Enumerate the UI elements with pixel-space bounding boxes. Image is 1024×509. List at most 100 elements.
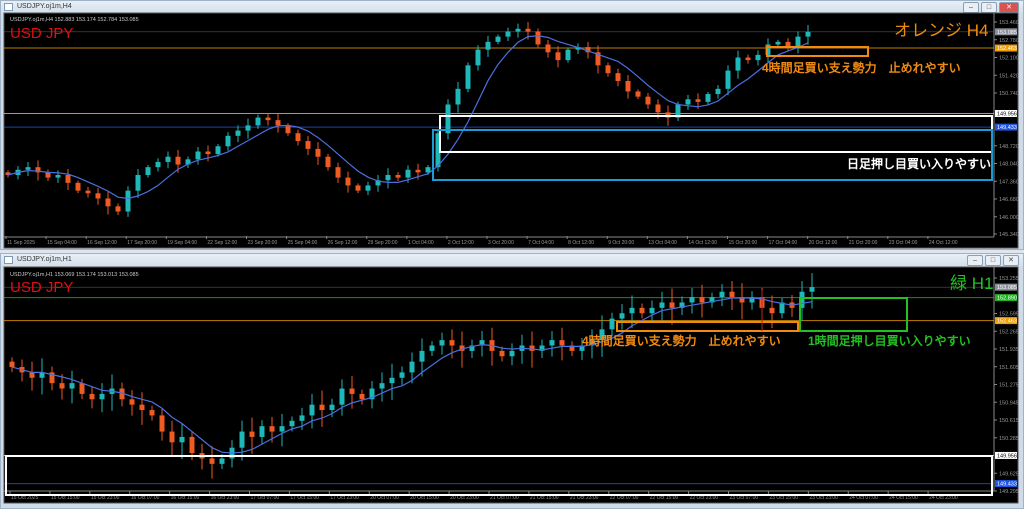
y-tick-label: 150.615 bbox=[999, 418, 1019, 424]
h1-chart-area[interactable] bbox=[3, 266, 1019, 504]
x-tick-label: 16 Sep 12:00 bbox=[87, 240, 117, 246]
x-tick-label: 23 Sep 20:00 bbox=[248, 240, 278, 246]
bullish-candle bbox=[659, 302, 665, 308]
bearish-candle bbox=[129, 399, 135, 405]
bearish-candle bbox=[655, 104, 661, 113]
x-tick-label: 20 Oct 12:00 bbox=[809, 240, 838, 246]
bullish-candle bbox=[775, 41, 781, 45]
bullish-candle bbox=[399, 372, 405, 378]
bullish-candle bbox=[25, 167, 31, 170]
price-tag-label: 149.956 bbox=[997, 111, 1017, 117]
bearish-candle bbox=[85, 190, 91, 194]
bearish-candle bbox=[169, 431, 175, 443]
x-tick-label: 19 Sep 04:00 bbox=[167, 240, 197, 246]
charts-canvas: 153.460 152.780 152.100 151.420 150.740 148.7… bbox=[3, 12, 1019, 504]
bullish-candle bbox=[299, 415, 305, 421]
bearish-candle bbox=[45, 172, 51, 178]
bullish-candle bbox=[805, 31, 811, 37]
y-tick-label: 153.255 bbox=[999, 276, 1019, 282]
x-tick-label: 7 Oct 04:00 bbox=[528, 240, 554, 246]
bearish-candle bbox=[395, 174, 401, 178]
bearish-candle bbox=[639, 307, 645, 314]
y-tick-label: 150.285 bbox=[999, 436, 1019, 442]
x-tick-label: 11 Sep 2025 bbox=[7, 240, 35, 246]
bullish-candle bbox=[725, 70, 731, 89]
h1-orange-note: 4時間足買い支え勢力 止めれやすい bbox=[582, 333, 781, 348]
bearish-candle bbox=[315, 148, 321, 157]
bearish-candle bbox=[75, 182, 81, 191]
bearish-candle bbox=[319, 404, 325, 411]
bullish-candle bbox=[279, 426, 285, 432]
y-tick-label: 151.935 bbox=[999, 347, 1019, 353]
h4-orange-note: 4時間足買い支え勢力 止めれやすい bbox=[762, 60, 961, 75]
y-tick-label: 151.605 bbox=[999, 365, 1019, 371]
bullish-candle bbox=[255, 117, 261, 126]
bullish-candle bbox=[689, 297, 695, 303]
bullish-candle bbox=[455, 88, 461, 105]
bullish-candle bbox=[365, 185, 371, 191]
bullish-candle bbox=[155, 161, 161, 168]
y-tick-label: 149.625 bbox=[999, 471, 1019, 477]
bullish-candle bbox=[735, 57, 741, 71]
x-tick-label: 9 Oct 20:00 bbox=[608, 240, 634, 246]
bearish-candle bbox=[699, 297, 705, 303]
bearish-candle bbox=[209, 458, 215, 464]
y-tick-label: 145.340 bbox=[999, 232, 1019, 238]
bearish-candle bbox=[325, 156, 331, 168]
bullish-candle bbox=[165, 156, 171, 162]
x-tick-label: 21 Oct 20:00 bbox=[849, 240, 878, 246]
bearish-candle bbox=[355, 185, 361, 191]
y-tick-label: 151.275 bbox=[999, 383, 1019, 389]
bearish-candle bbox=[205, 151, 211, 155]
bullish-candle bbox=[795, 36, 801, 48]
h4-ohlc-info: USDJPY.oj1m,H4 152.883 153.174 152.784 1… bbox=[10, 17, 139, 23]
bullish-candle bbox=[195, 151, 201, 160]
y-tick-label: 146.000 bbox=[999, 215, 1019, 221]
bearish-candle bbox=[95, 193, 101, 199]
x-tick-label: 26 Sep 12:00 bbox=[328, 240, 358, 246]
bearish-candle bbox=[65, 174, 71, 183]
bullish-candle bbox=[239, 431, 245, 448]
bullish-candle bbox=[565, 49, 571, 61]
bearish-candle bbox=[105, 198, 111, 207]
y-tick-label: 149.295 bbox=[999, 489, 1019, 495]
bullish-candle bbox=[69, 383, 75, 389]
bearish-candle bbox=[159, 415, 165, 432]
x-tick-label: 25 Sep 04:00 bbox=[288, 240, 318, 246]
bearish-candle bbox=[645, 96, 651, 105]
bearish-candle bbox=[525, 28, 531, 32]
bullish-candle bbox=[309, 404, 315, 416]
y-tick-label: 152.100 bbox=[999, 56, 1019, 62]
bullish-candle bbox=[809, 287, 815, 292]
y-tick-label: 148.040 bbox=[999, 162, 1019, 168]
bearish-candle bbox=[275, 120, 281, 126]
h1-timeframe-tag: 緑 H1 bbox=[950, 274, 993, 293]
bearish-candle bbox=[59, 383, 65, 389]
bearish-candle bbox=[535, 31, 541, 45]
bullish-candle bbox=[515, 28, 521, 32]
bullish-candle bbox=[619, 313, 625, 319]
bearish-candle bbox=[499, 350, 505, 357]
bearish-candle bbox=[189, 436, 195, 454]
bearish-candle bbox=[79, 383, 85, 394]
x-tick-label: 17 Oct 04:00 bbox=[769, 240, 798, 246]
x-tick-label: 2 Oct 12:00 bbox=[448, 240, 474, 246]
bearish-candle bbox=[559, 340, 565, 346]
bullish-candle bbox=[339, 388, 345, 405]
bullish-candle bbox=[289, 420, 295, 427]
bearish-candle bbox=[175, 156, 181, 165]
bearish-candle bbox=[769, 307, 775, 314]
bearish-candle bbox=[729, 291, 735, 298]
y-tick-label: 150.740 bbox=[999, 91, 1019, 97]
bullish-candle bbox=[629, 307, 635, 314]
bullish-candle bbox=[465, 65, 471, 89]
bullish-candle bbox=[145, 167, 151, 175]
bullish-candle bbox=[259, 426, 265, 437]
bullish-candle bbox=[649, 307, 655, 314]
bearish-candle bbox=[149, 410, 155, 416]
bullish-candle bbox=[429, 345, 435, 351]
y-tick-label: 152.265 bbox=[999, 329, 1019, 335]
bearish-candle bbox=[249, 431, 255, 437]
bullish-candle bbox=[125, 190, 131, 212]
price-tag-label: 153.085 bbox=[997, 285, 1017, 291]
